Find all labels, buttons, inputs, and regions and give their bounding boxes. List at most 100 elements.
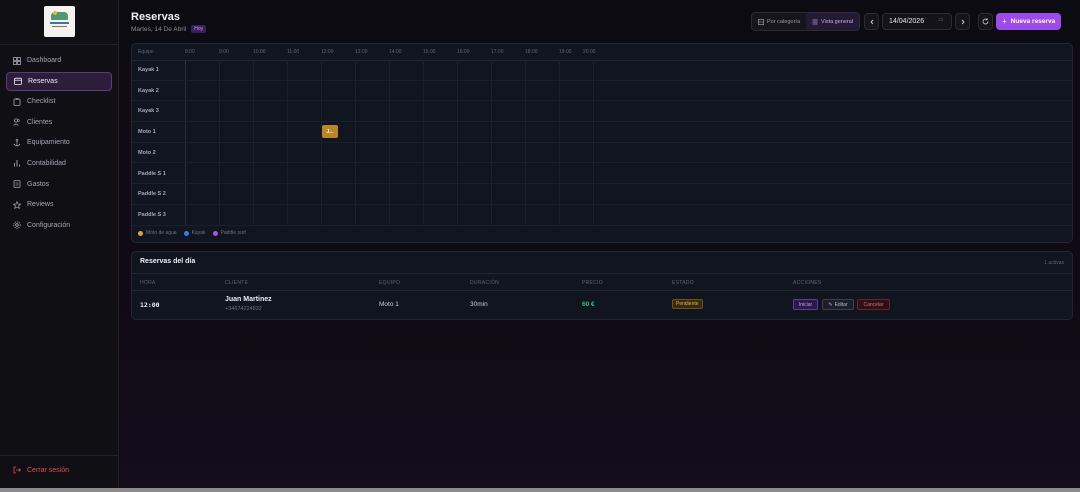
section-title: Reservas del día	[140, 258, 196, 265]
sidebar-item-label: Equipamiento	[27, 139, 70, 147]
column-header: DURACIÓN	[470, 280, 500, 286]
sidebar-item-label: Checklist	[27, 98, 56, 106]
date-value: 14/04/2026	[889, 18, 925, 25]
view-by-category-label: Por categoría	[767, 18, 801, 25]
legend-label: Kayak	[191, 230, 206, 236]
hour-tick: 14:00	[389, 49, 402, 55]
resource-label: Kayak 2	[138, 87, 159, 94]
column-header: EQUIPO	[379, 280, 401, 286]
chevron-left-icon	[869, 19, 873, 24]
sidebar-item-label: Dashboard	[27, 57, 62, 64]
next-day-button[interactable]	[955, 13, 971, 30]
page-title: Reservas	[131, 11, 180, 23]
timeline-row[interactable]: Paddle S 2	[132, 184, 1072, 205]
booking-time: 12:00	[140, 301, 160, 309]
sidebar-item-reservas[interactable]: Reservas	[6, 71, 112, 91]
sidebar-item-contabilidad[interactable]: Contabilidad	[6, 154, 112, 173]
sidebar-item-gastos[interactable]: Gastos	[6, 175, 112, 194]
client-phone: +34674224832	[225, 306, 262, 312]
edit-booking-button[interactable]: ✎ Editar	[822, 299, 854, 310]
bar-chart-icon	[13, 159, 21, 167]
date-picker-input[interactable]: 14/04/2026 ▭	[882, 13, 953, 30]
hour-tick: 15:00	[423, 49, 436, 55]
cancel-booking-button[interactable]: Cancelar	[857, 299, 890, 310]
view-by-category-button[interactable]: Por categoría	[752, 13, 806, 30]
sidebar-item-configuracion[interactable]: Configuración	[6, 216, 112, 235]
receipt-icon	[13, 180, 21, 188]
legend-label: Moto de agua	[146, 230, 177, 236]
cancel-label: Cancelar	[863, 301, 884, 308]
timeline-row[interactable]: Paddle S 3	[132, 205, 1072, 226]
prev-day-button[interactable]	[864, 13, 880, 30]
logout-icon	[13, 466, 21, 474]
window-bottom-edge	[0, 488, 1080, 492]
table-header: HORA CLIENTE EQUIPO DURACIÓN PRECIO ESTA…	[132, 273, 1072, 291]
users-icon	[13, 118, 21, 127]
column-header: ESTADO	[672, 280, 694, 286]
active-count: 1 activas	[1044, 260, 1064, 266]
sidebar-item-dashboard[interactable]: Dashboard	[6, 51, 112, 70]
hour-tick: 16:00	[457, 49, 470, 55]
booking-timeline: Equipo 8:00 9:00 10:00 11:00 12:00 13:00…	[131, 43, 1073, 243]
new-booking-label: Nueva reserva	[1010, 18, 1056, 25]
resource-label: Kayak 3	[138, 108, 159, 115]
anchor-icon	[13, 138, 21, 147]
timeline-row[interactable]: Kayak 1	[132, 60, 1072, 81]
view-toggle: Por categoría Vista general	[751, 12, 861, 31]
column-header: ACCIONES	[793, 280, 822, 286]
resource-label: Moto 2	[138, 149, 156, 156]
booking-price: 60 €	[582, 301, 595, 308]
sidebar-item-label: Clientes	[27, 118, 53, 126]
view-overview-button[interactable]: Vista general	[806, 13, 860, 30]
booking-duration: 30min	[470, 301, 488, 308]
hour-tick: 18:00	[525, 49, 538, 55]
status-badge: Pendiente	[672, 299, 703, 309]
new-booking-button[interactable]: + Nueva reserva	[996, 13, 1062, 30]
resource-label: Moto 1	[138, 129, 156, 136]
hour-tick: 10:00	[253, 49, 266, 55]
main-content: Reservas Martes, 14 De Abril Hoy Por cat…	[120, 0, 1080, 492]
timeline-row[interactable]: Paddle S 1	[132, 164, 1072, 185]
sidebar-nav: Dashboard Reservas Checklist Clientes Eq…	[6, 51, 112, 236]
sidebar-item-equipamiento[interactable]: Equipamiento	[6, 133, 112, 152]
calendar-picker-icon[interactable]: ▭	[938, 17, 943, 23]
start-label: Iniciar	[798, 301, 813, 308]
timeline-header: Equipo 8:00 9:00 10:00 11:00 12:00 13:00…	[132, 44, 1072, 61]
timeline-row[interactable]: Moto 2	[132, 143, 1072, 164]
grid-icon	[758, 18, 764, 25]
logout-label: Cerrar sesión	[27, 466, 70, 474]
sidebar-item-checklist[interactable]: Checklist	[6, 92, 112, 111]
client-name: Juan Martinez	[225, 296, 272, 303]
day-bookings-panel: Reservas del día 1 activas HORA CLIENTE …	[131, 251, 1073, 320]
sidebar-item-label: Configuración	[27, 221, 71, 229]
start-booking-button[interactable]: Iniciar	[793, 299, 818, 310]
today-badge: Hoy	[191, 25, 207, 33]
column-header: HORA	[140, 280, 156, 286]
calendar-icon	[14, 77, 22, 85]
legend-item: Paddle surf	[212, 230, 246, 236]
brand-logo[interactable]	[44, 6, 75, 37]
logout-button[interactable]: Cerrar sesión	[13, 466, 69, 474]
hour-tick: 9:00	[219, 49, 229, 55]
hour-tick: 17:00	[491, 49, 504, 55]
booking-block[interactable]: J...	[322, 125, 338, 138]
hour-tick: 19:00	[559, 49, 572, 55]
timeline-row[interactable]: Moto 1	[132, 122, 1072, 143]
refresh-button[interactable]	[978, 13, 994, 30]
timeline-row[interactable]: Kayak 2	[132, 81, 1072, 102]
gear-icon	[13, 221, 21, 229]
status-badge-wrap: Pendiente	[672, 299, 703, 309]
hour-tick: 11:00	[287, 49, 300, 55]
sidebar: Dashboard Reservas Checklist Clientes Eq…	[0, 0, 119, 492]
list-icon	[812, 19, 818, 25]
view-overview-label: Vista general	[821, 18, 854, 25]
sidebar-item-reviews[interactable]: Reviews	[6, 195, 112, 214]
resource-label: Kayak 1	[138, 67, 159, 73]
sidebar-divider	[0, 455, 119, 456]
hour-tick: 13:00	[355, 49, 368, 55]
clipboard-icon	[13, 97, 21, 106]
legend-item: Kayak	[183, 230, 206, 236]
sidebar-item-clientes[interactable]: Clientes	[6, 113, 112, 132]
timeline-row[interactable]: Kayak 3	[132, 101, 1072, 123]
chevron-right-icon	[961, 19, 965, 24]
